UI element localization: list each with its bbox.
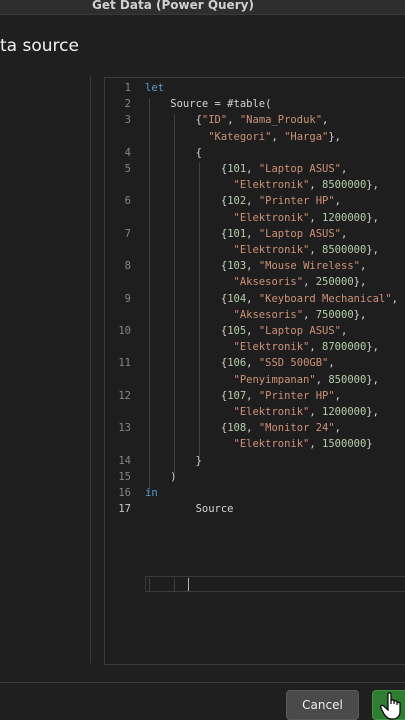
code-text: {101, "Laptop ASUS", [145,227,348,240]
code-text: in [145,487,158,499]
indent-guide [149,578,150,592]
indent-guide [199,162,200,457]
line-number: 5 [124,163,131,175]
line-number: 3 [124,114,131,127]
line-number: 10 [118,325,131,337]
line-number: 16 [118,487,131,499]
indent-guide [174,578,175,592]
hand-pointer-icon [380,692,401,720]
line-number: 15 [118,470,131,483]
code-text: "Elektronik", 8500000}, [233,244,379,256]
code-text: {105, "Laptop ASUS", [145,325,348,337]
line-number: 8 [124,260,131,273]
line-number: 7 [124,227,131,240]
code-text: "Aksesoris", 750000}, [233,308,367,321]
cancel-button[interactable]: Cancel [286,690,359,720]
code-text: let [145,82,164,94]
code-text: {104, "Keyboard Mechanical", [145,292,398,305]
code-text: {"ID", "Nama_Produk", [195,114,329,127]
window-title-bar: Get Data (Power Query) [0,0,405,15]
line-number: 12 [118,389,131,402]
code-text: "Elektronik", 1200000}, [233,211,379,224]
line-number: 17 [118,503,131,516]
window-title: Get Data (Power Query) [92,0,254,12]
code-text: Source [145,503,234,516]
sidebar-divider [90,76,91,663]
line-number: 13 [118,422,131,435]
line-number: 11 [118,357,131,370]
code-text: "Elektronik", 1500000} [233,438,373,451]
footer-divider [0,682,405,683]
code-text: {101, "Laptop ASUS", [145,163,348,175]
line-number: 9 [124,292,131,305]
code-text: "Elektronik", 8500000}, [233,179,379,192]
dialog-heading: ta source [0,36,79,56]
line-number: 1 [124,82,131,94]
code-text: "Penyimpanan", 850000}, [233,373,379,386]
code-text: "Aksesoris", 250000}, [233,276,367,289]
line-number: 2 [124,98,131,111]
text-cursor [188,578,189,591]
code-text: "Elektronik", 1200000}, [233,406,379,418]
code-text: "Elektronik", 8700000}, [233,341,379,354]
line-number: 14 [118,454,131,467]
active-line-highlight [145,576,405,592]
code-text: {103, "Mouse Wireless", [145,260,367,273]
indent-guide [174,114,175,474]
code-text: Source = #table( [145,98,272,111]
line-number: 6 [124,195,131,208]
indent-guide [149,98,150,493]
line-number: 4 [124,146,131,159]
code-editor[interactable]: 1 let 2 Source = #table( 3 {"ID", "Nama_Pro… [104,77,405,665]
